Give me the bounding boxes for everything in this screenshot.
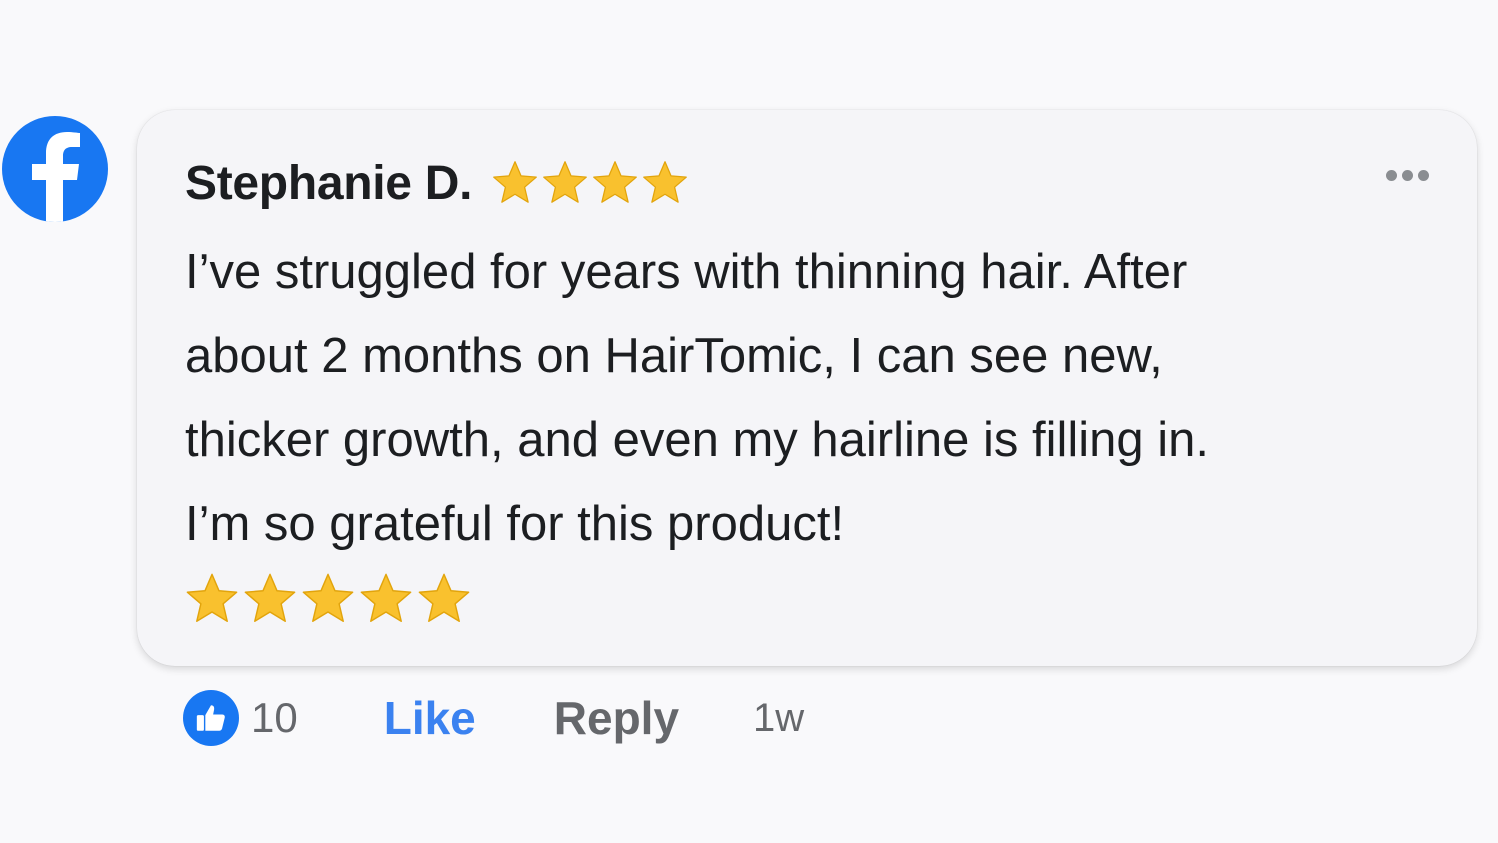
more-options-icon[interactable] xyxy=(1386,170,1429,181)
star-icon xyxy=(244,573,296,622)
star-icon xyxy=(593,160,637,203)
timestamp[interactable]: 1w xyxy=(753,696,804,741)
reply-button[interactable]: Reply xyxy=(554,691,679,745)
comment-header: Stephanie D. xyxy=(185,156,690,211)
star-icon xyxy=(543,160,587,203)
review-rating-stars xyxy=(183,570,473,628)
comment-text-line: about 2 months on HairTomic, I can see n… xyxy=(185,329,1163,383)
comment-text: I’ve struggled for years with thinning h… xyxy=(185,230,1385,566)
star-icon xyxy=(493,160,537,203)
more-dot xyxy=(1402,170,1413,181)
comment-text-line: I’ve struggled for years with thinning h… xyxy=(185,245,1188,299)
more-dot xyxy=(1386,170,1397,181)
comment-actions: 10 Like Reply 1w xyxy=(183,688,804,748)
star-icon xyxy=(186,573,238,622)
star-icon xyxy=(360,573,412,622)
thumbs-up-icon xyxy=(183,690,239,746)
like-button[interactable]: Like xyxy=(384,691,476,745)
author-rating-stars xyxy=(490,158,690,208)
star-icon xyxy=(643,160,687,203)
more-dot xyxy=(1418,170,1429,181)
comment-text-line: thicker growth, and even my hairline is … xyxy=(185,413,1210,467)
star-icon xyxy=(302,573,354,622)
like-count: 10 xyxy=(251,694,298,741)
author-name[interactable]: Stephanie D. xyxy=(185,156,472,211)
comment-card: Stephanie D. I’ve struggled for years wi… xyxy=(137,110,1477,666)
facebook-logo-icon xyxy=(2,116,108,222)
star-icon xyxy=(418,573,470,622)
comment-text-line: I’m so grateful for this product! xyxy=(185,497,845,551)
